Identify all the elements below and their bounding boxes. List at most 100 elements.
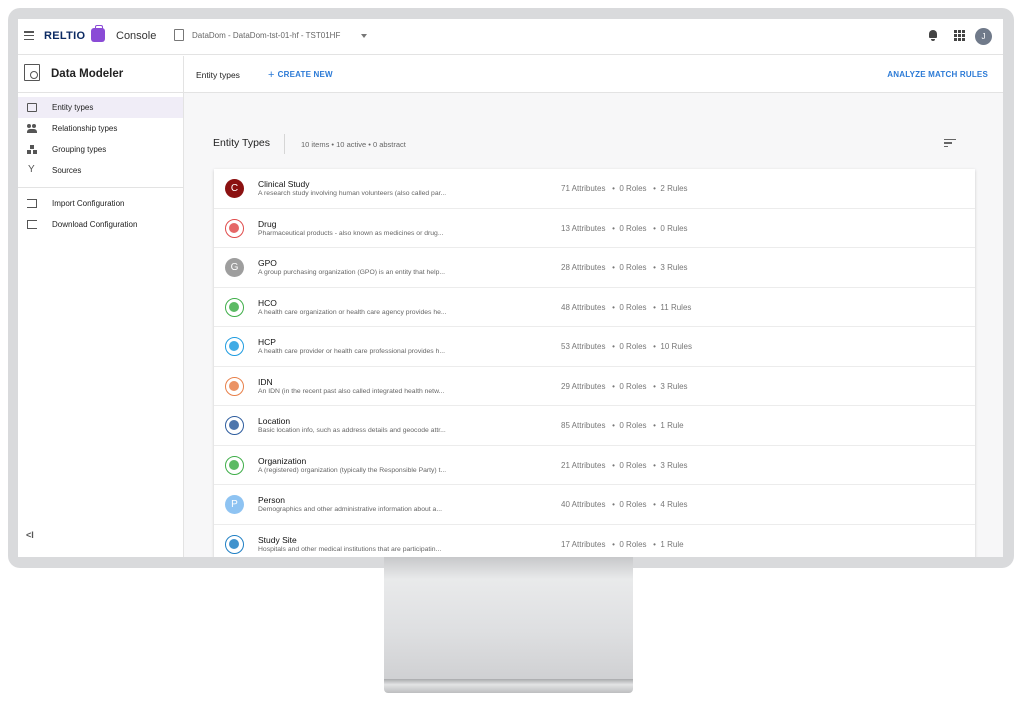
entity-type-description: A health care organization or health car… — [258, 308, 447, 316]
entity-type-description: Pharmaceutical products - also known as … — [258, 229, 444, 237]
table-row[interactable]: Drug Pharmaceutical products - also known… — [214, 209, 975, 248]
entity-type-stats: 21 Attributes • 0 Roles • 3 Rules — [561, 460, 688, 470]
entity-type-description: A health care provider or health care pr… — [258, 348, 446, 355]
table-row[interactable]: P Person Demographics and other administra… — [214, 485, 975, 525]
entity-type-icon — [225, 455, 244, 475]
sidebar-item-entity-types[interactable]: Entity types — [18, 97, 183, 118]
collapse-sidebar-icon[interactable]: <I — [26, 530, 34, 540]
sidebar-item-label: Download Configuration — [52, 220, 138, 229]
entity-type-name: HCP — [258, 337, 276, 347]
entity-type-name: IDN — [258, 376, 273, 387]
table-row[interactable]: Location Basic location info, such as add… — [214, 406, 975, 446]
sidebar: Data Modeler Entity types Relationship t… — [18, 56, 184, 557]
create-new-button[interactable]: + CREATE NEW — [268, 69, 333, 81]
chevron-down-icon[interactable] — [361, 34, 367, 38]
entity-type-name: Person — [258, 495, 285, 505]
list-summary: 10 items • 10 active • 0 abstract — [301, 140, 406, 149]
sort-icon[interactable] — [944, 139, 956, 148]
entity-type-icon — [225, 534, 244, 554]
sidebar-item-grouping-types[interactable]: Grouping types — [18, 139, 183, 160]
entity-types-list: C Clinical Study A research study involvin… — [214, 169, 975, 557]
entity-type-description: An IDN (in the recent past also called i… — [258, 387, 445, 395]
app-name: Console — [116, 30, 157, 42]
import-configuration-button[interactable]: Import Configuration — [18, 193, 183, 214]
table-row[interactable]: HCO A health care organization or health … — [214, 288, 975, 327]
table-row[interactable]: Study Site Hospitals and other medical in… — [214, 525, 975, 558]
entity-type-stats: 28 Attributes • 0 Roles • 3 Rules — [561, 263, 688, 272]
entity-type-name: HCO — [258, 297, 277, 308]
entity-type-icon: P — [225, 495, 244, 514]
import-icon — [27, 199, 37, 208]
table-row[interactable]: G GPO A group purchasing organization (GPO… — [214, 248, 975, 288]
download-configuration-button[interactable]: Download Configuration — [18, 214, 183, 235]
entity-type-stats: 13 Attributes • 0 Roles • 0 Rules — [561, 223, 688, 233]
table-row[interactable]: IDN An IDN (in the recent past also calle… — [214, 367, 975, 406]
entity-type-name: Organization — [258, 455, 307, 466]
create-new-label: CREATE NEW — [277, 70, 333, 79]
entity-type-icon — [225, 376, 244, 396]
entity-type-name: Location — [258, 416, 291, 426]
sidebar-item-label: Relationship types — [52, 124, 118, 133]
entity-type-description: Demographics and other administrative in… — [258, 506, 442, 513]
tenant-selector[interactable]: DataDom - DataDom-tst-01-hf - TST01HF — [192, 31, 340, 40]
table-row[interactable]: Organization A (registered) organization … — [214, 446, 975, 485]
list-title: Entity Types — [213, 137, 271, 149]
entity-types-icon — [27, 103, 37, 112]
bell-icon[interactable] — [928, 30, 938, 41]
briefcase-icon — [91, 25, 105, 42]
page-title: Entity types — [196, 70, 240, 80]
people-icon — [27, 124, 37, 133]
brand-logo[interactable]: RELTIO — [44, 30, 85, 42]
table-row[interactable]: C Clinical Study A research study involvin… — [214, 169, 975, 209]
entity-type-glyph — [229, 420, 239, 430]
entity-type-description: Basic location info, such as address det… — [258, 427, 446, 434]
entity-type-description: Hospitals and other medical institutions… — [258, 545, 442, 553]
entity-type-name: Drug — [258, 218, 277, 229]
entity-type-icon — [225, 337, 244, 356]
table-row[interactable]: HCP A health care provider or health care… — [214, 327, 975, 367]
entity-type-glyph — [229, 341, 239, 351]
tenant-icon — [174, 29, 184, 41]
download-icon — [27, 220, 37, 229]
sidebar-item-sources[interactable]: Sources — [18, 160, 183, 181]
entity-type-icon — [225, 297, 244, 317]
entity-type-description: A group purchasing organization (GPO) is… — [258, 269, 446, 276]
entity-type-stats: 40 Attributes • 0 Roles • 4 Rules — [561, 500, 688, 509]
entity-type-glyph — [229, 222, 239, 233]
entity-type-stats: 48 Attributes • 0 Roles • 11 Rules — [561, 302, 692, 312]
entity-type-glyph — [229, 301, 239, 312]
entity-type-icon: G — [225, 258, 244, 277]
entity-type-stats: 85 Attributes • 0 Roles • 1 Rule — [561, 421, 684, 430]
sidebar-item-relationship-types[interactable]: Relationship types — [18, 118, 183, 139]
monitor-stand-base — [384, 679, 633, 693]
sources-icon — [27, 164, 37, 175]
plus-icon: + — [268, 69, 275, 81]
entity-type-stats: 71 Attributes • 0 Roles • 2 Rules — [561, 184, 688, 193]
data-modeler-icon — [24, 64, 40, 81]
entity-type-icon: C — [225, 179, 244, 198]
entity-type-name: GPO — [258, 258, 277, 268]
entity-type-icon — [225, 218, 244, 238]
apps-icon[interactable] — [954, 30, 965, 41]
sidebar-item-label: Grouping types — [52, 145, 107, 154]
sidebar-header: Data Modeler — [18, 56, 183, 93]
entity-type-name: Study Site — [258, 534, 297, 545]
menu-icon[interactable] — [24, 31, 34, 41]
entity-type-glyph — [229, 538, 239, 549]
entity-type-name: Clinical Study — [258, 179, 310, 189]
main-header: Entity types + CREATE NEW ANALYZE MATCH R… — [184, 56, 1003, 93]
sidebar-title: Data Modeler — [51, 68, 124, 80]
list-header-divider — [284, 134, 285, 154]
monitor-stand — [384, 557, 633, 681]
entity-type-stats: 17 Attributes • 0 Roles • 1 Rule — [561, 539, 684, 549]
entity-type-glyph — [229, 380, 239, 391]
entity-type-icon — [225, 416, 244, 435]
entity-type-description: A research study involving human volunte… — [258, 190, 447, 197]
entity-type-stats: 53 Attributes • 0 Roles • 10 Rules — [561, 342, 692, 351]
sidebar-item-label: Import Configuration — [52, 199, 125, 208]
entity-type-description: A (registered) organization (typically t… — [258, 466, 447, 474]
sidebar-item-label: Sources — [52, 166, 82, 175]
analyze-match-rules-button[interactable]: ANALYZE MATCH RULES — [887, 70, 988, 79]
sidebar-item-label: Entity types — [52, 103, 94, 112]
avatar[interactable]: J — [975, 28, 992, 45]
